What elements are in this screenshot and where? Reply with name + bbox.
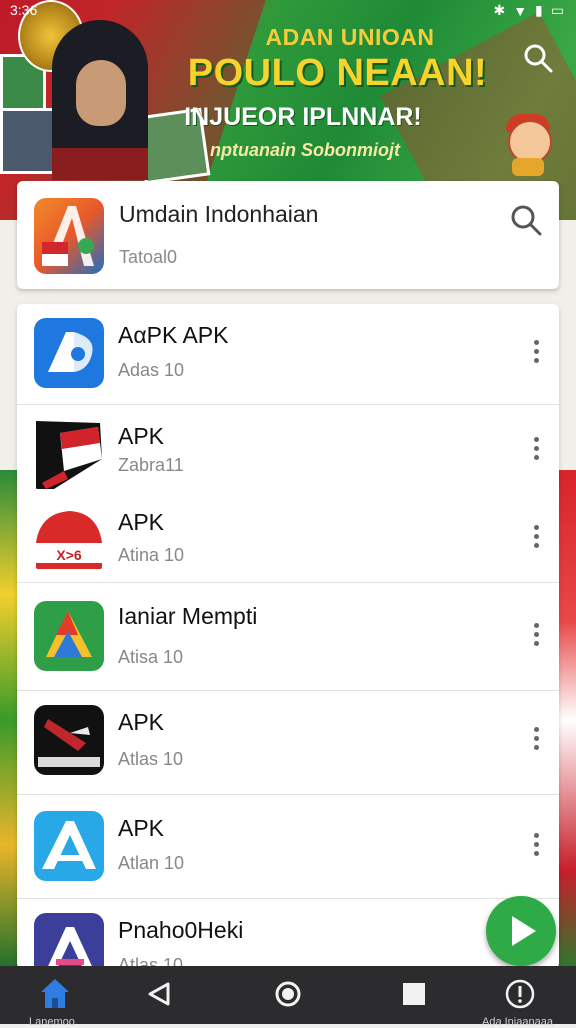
- back-button[interactable]: [120, 966, 200, 1024]
- app-subtitle: Atina 10: [118, 545, 185, 565]
- wifi-icon: ▼: [513, 2, 528, 19]
- info-icon: [505, 979, 535, 1009]
- info-tab[interactable]: Ada Iniaanaaa: [480, 966, 560, 1028]
- more-options-icon[interactable]: [531, 437, 541, 465]
- recents-icon: [403, 983, 425, 1005]
- home-circle-icon: [275, 981, 301, 1007]
- battery-icon: ▭: [550, 2, 564, 18]
- search-card-title: Umdain Indonhaian: [119, 201, 319, 227]
- list-item[interactable]: AαPK APK Adas 10: [17, 304, 559, 405]
- more-options-icon[interactable]: [531, 833, 541, 861]
- banner-photo: [0, 108, 60, 174]
- blue-a-icon: [34, 318, 104, 388]
- app-title: Pnaho0Heki: [118, 917, 244, 943]
- banner-portrait: [52, 20, 148, 180]
- status-bar: 3:36 ✱ ▼ ▮ ▭: [0, 0, 576, 22]
- more-options-icon[interactable]: [531, 623, 541, 651]
- back-icon: [148, 982, 170, 1006]
- list-item[interactable]: Pnaho0Heki Atlas 10: [17, 899, 559, 969]
- bottom-navigation: Lanemoo Ada Iniaanaaa: [0, 966, 576, 1028]
- svg-text:X>6: X>6: [56, 547, 82, 563]
- list-item[interactable]: Ianiar Mempti Atisa 10: [17, 583, 559, 691]
- banner-headline-small: ADAN UNIOAN: [265, 24, 435, 50]
- recents-button[interactable]: [374, 966, 454, 1024]
- search-icon[interactable]: [509, 203, 543, 237]
- banner-subheadline: INJUEOR IPLNNAR!: [184, 103, 422, 131]
- list-item[interactable]: APK Atlan 10: [17, 795, 559, 899]
- black-red-icon: [34, 705, 104, 775]
- app-subtitle: Atlan 10: [118, 853, 185, 873]
- home-system-button[interactable]: [248, 966, 328, 1024]
- search-card-subtitle: Tatoal0: [119, 247, 178, 267]
- more-options-icon[interactable]: [531, 727, 541, 755]
- app-subtitle: Zabra11: [118, 455, 184, 475]
- app-title: Ianiar Mempti: [118, 603, 258, 629]
- flag-card-icon: [34, 419, 104, 489]
- home-icon: [41, 979, 69, 1008]
- app-title: AαPK APK: [118, 322, 229, 348]
- list-item[interactable]: APK Atlas 10: [17, 691, 559, 795]
- green-triangle-icon: [34, 601, 104, 671]
- more-options-icon[interactable]: [531, 340, 541, 368]
- app-title: APK: [118, 709, 165, 735]
- app-subtitle: Adas 10: [118, 360, 185, 380]
- red-badge-icon: X>6: [34, 503, 104, 573]
- list-item[interactable]: APK Zabra11: [17, 405, 559, 495]
- status-time: 3:36: [10, 2, 38, 18]
- purple-a-icon: [34, 913, 104, 969]
- banner-tagline: nptuanain Sobonmiojt: [210, 140, 400, 160]
- home-tab[interactable]: Lanemoo: [15, 966, 95, 1028]
- app-subtitle: Atisa 10: [118, 647, 184, 667]
- app-subtitle: Atlas 10: [118, 749, 184, 769]
- bluetooth-icon: ✱: [493, 2, 506, 18]
- play-button[interactable]: [486, 896, 556, 966]
- search-card[interactable]: Umdain Indonhaian Tatoal0: [17, 181, 559, 289]
- banner-search-icon[interactable]: [522, 42, 554, 74]
- app-title: APK: [118, 509, 165, 535]
- info-tab-label: Ada Iniaanaaa: [482, 1016, 553, 1028]
- apk-store-icon: [34, 198, 104, 274]
- list-item[interactable]: X>6 APK Atina 10: [17, 495, 559, 583]
- signal-icon: ▮: [535, 2, 543, 18]
- banner-headline: POULO NEAAN!: [187, 52, 488, 94]
- light-blue-a-icon: [34, 811, 104, 881]
- app-title: APK: [118, 815, 165, 841]
- more-options-icon[interactable]: [531, 525, 541, 553]
- home-tab-label: Lanemoo: [29, 1016, 75, 1028]
- app-title: APK: [118, 423, 165, 449]
- app-list: AαPK APK Adas 10 APK Zabra11 X>6 APK Ati…: [17, 304, 559, 969]
- mascot-icon: [500, 114, 558, 176]
- play-icon: [512, 916, 536, 946]
